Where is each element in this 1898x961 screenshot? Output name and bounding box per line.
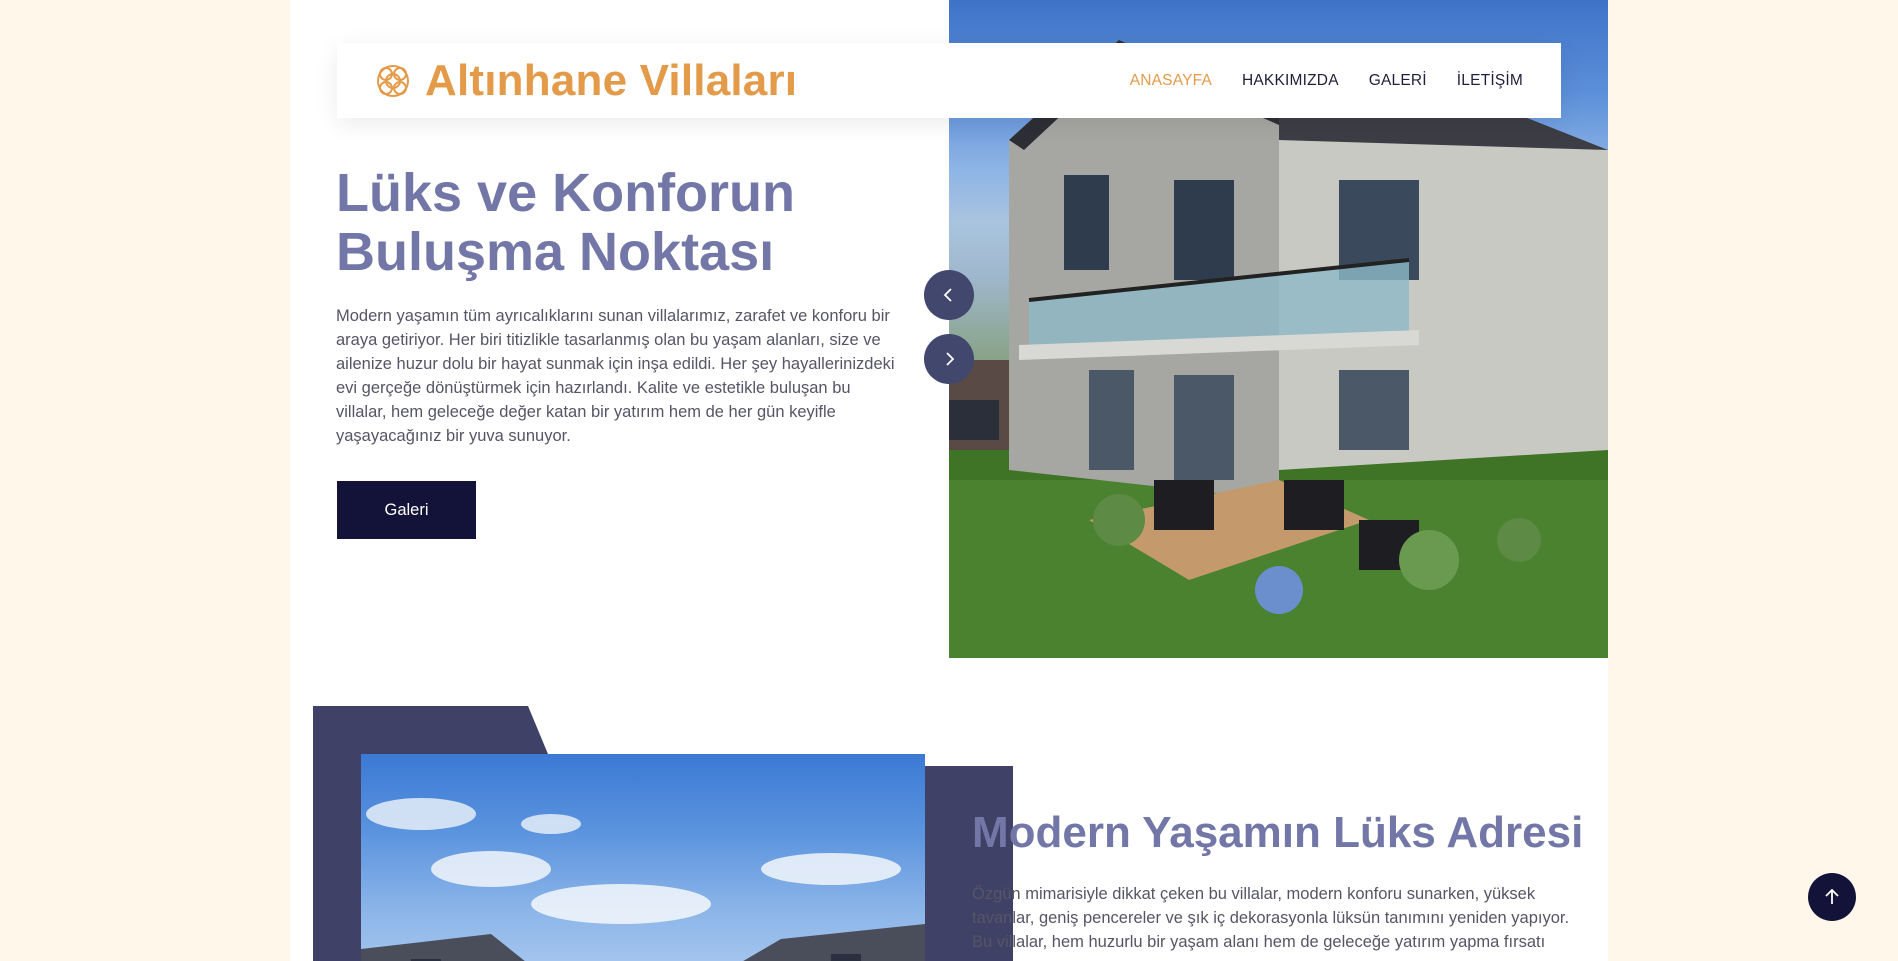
ornament-knot-icon bbox=[377, 64, 409, 97]
gallery-button[interactable]: Galeri bbox=[337, 481, 476, 539]
navbar: Altınhane Villaları ANASAYFA HAKKIMIZDA … bbox=[337, 43, 1561, 118]
main-nav: ANASAYFA HAKKIMIZDA GALERİ İLETİŞİM bbox=[1130, 72, 1523, 90]
section-description: Özgün mimarisiyle dikkat çeken bu villal… bbox=[972, 885, 1570, 961]
villa-sky-image bbox=[361, 754, 925, 961]
chevron-right-icon bbox=[946, 352, 955, 366]
scroll-top-button[interactable] bbox=[1808, 873, 1856, 921]
nav-item-hakkimizda[interactable]: HAKKIMIZDA bbox=[1242, 72, 1339, 90]
arrow-up-icon bbox=[1825, 888, 1839, 904]
chevron-left-icon bbox=[943, 288, 952, 302]
hero-description: Modern yaşamın tüm ayrıcalıklarını sunan… bbox=[336, 307, 895, 445]
slider-next-button[interactable] bbox=[924, 334, 974, 384]
section-title: Modern Yaşamın Lüks Adresi bbox=[972, 808, 1584, 857]
brand-name: Altınhane Villaları bbox=[425, 55, 798, 105]
nav-item-galeri[interactable]: GALERİ bbox=[1369, 72, 1427, 90]
hero-title: Lüks ve Konforun Buluşma Noktası bbox=[336, 163, 796, 282]
nav-item-iletisim[interactable]: İLETİŞİM bbox=[1457, 72, 1523, 90]
brand[interactable]: Altınhane Villaları bbox=[375, 56, 797, 106]
nav-item-anasayfa[interactable]: ANASAYFA bbox=[1130, 72, 1212, 90]
page-container: Altınhane Villaları ANASAYFA HAKKIMIZDA … bbox=[290, 0, 1608, 961]
slider-prev-button[interactable] bbox=[924, 270, 974, 320]
